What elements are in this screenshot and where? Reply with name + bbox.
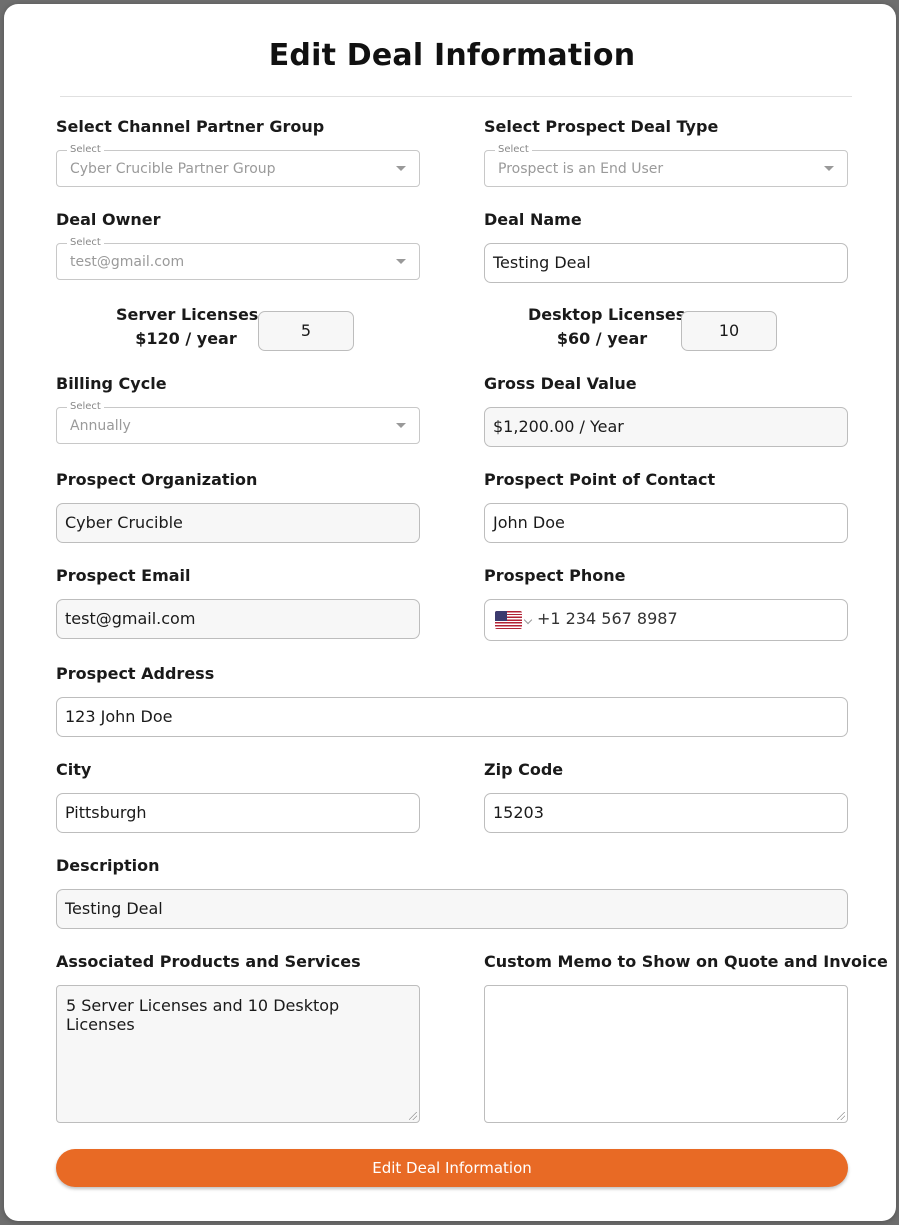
caret-down-icon [396,166,406,171]
modal-title: Edit Deal Information [268,38,636,73]
edit-deal-information-button[interactable]: Edit Deal Information [56,1149,848,1187]
prospect-phone-input[interactable]: +1 234 567 8987 [484,599,848,641]
us-flag-icon[interactable] [495,611,522,629]
select-value: Cyber Crucible Partner Group [70,161,276,177]
server-licenses-input[interactable]: 5 [258,311,354,351]
server-licenses-title: Server Licenses [116,305,259,324]
associated-products-value: 5 Server Licenses and 10 Desktop License… [66,996,340,1034]
billing-cycle-select[interactable]: Select Annually [56,401,420,444]
city-input[interactable]: Pittsburgh [56,793,420,833]
caret-down-icon [396,423,406,428]
deal-name-input[interactable]: Testing Deal [484,243,848,283]
select-legend: Select [495,144,532,156]
channel-partner-group-select[interactable]: Select Cyber Crucible Partner Group [56,144,420,187]
resize-handle-icon[interactable] [409,1112,417,1120]
title-divider [60,96,852,97]
prospect-point-of-contact-input[interactable]: John Doe [484,503,848,543]
prospect-address-input[interactable]: 123 John Doe [56,697,848,737]
desktop-licenses-title: Desktop Licenses [528,305,686,324]
select-legend: Select [67,401,104,413]
prospect-deal-type-label: Select Prospect Deal Type [484,117,719,136]
caret-down-icon [396,259,406,264]
deal-owner-select[interactable]: Select test@gmail.com [56,237,420,280]
associated-products-label: Associated Products and Services [56,952,361,971]
channel-partner-group-label: Select Channel Partner Group [56,117,325,136]
desktop-licenses-input[interactable]: 10 [681,311,777,351]
prospect-deal-type-select[interactable]: Select Prospect is an End User [484,144,848,187]
phone-number-value: +1 234 567 8987 [537,609,678,628]
chevron-down-icon [523,615,533,625]
prospect-point-of-contact-label: Prospect Point of Contact [484,470,716,489]
desktop-licenses-label: Desktop Licenses $60 / year [528,303,686,351]
deal-name-label: Deal Name [484,210,582,229]
gross-deal-value-label: Gross Deal Value [484,374,637,393]
deal-owner-label: Deal Owner [56,210,161,229]
description-input[interactable]: Testing Deal [56,889,848,929]
select-legend: Select [67,144,104,156]
custom-memo-label: Custom Memo to Show on Quote and Invoice [484,952,888,971]
prospect-email-label: Prospect Email [56,566,191,585]
server-licenses-price: $120 / year [135,329,237,348]
resize-handle-icon[interactable] [837,1112,845,1120]
select-value: Prospect is an End User [498,161,664,177]
desktop-licenses-price: $60 / year [556,329,648,348]
zip-code-input[interactable]: 15203 [484,793,848,833]
billing-cycle-label: Billing Cycle [56,374,167,393]
prospect-email-input[interactable]: test@gmail.com [56,599,420,639]
select-value: Annually [70,418,131,434]
gross-deal-value-input[interactable]: $1,200.00 / Year [484,407,848,447]
custom-memo-textarea[interactable] [484,985,848,1123]
prospect-phone-label: Prospect Phone [484,566,626,585]
prospect-organization-input[interactable]: Cyber Crucible [56,503,420,543]
description-label: Description [56,856,160,875]
city-label: City [56,760,92,779]
caret-down-icon [824,166,834,171]
associated-products-textarea[interactable]: 5 Server Licenses and 10 Desktop License… [56,985,420,1123]
select-legend: Select [67,237,104,249]
zip-code-label: Zip Code [484,760,564,779]
select-value: test@gmail.com [70,254,185,270]
server-licenses-label: Server Licenses $120 / year [116,303,259,351]
edit-deal-modal: Edit Deal Information Select Channel Par… [4,4,896,1221]
prospect-address-label: Prospect Address [56,664,215,683]
prospect-organization-label: Prospect Organization [56,470,258,489]
